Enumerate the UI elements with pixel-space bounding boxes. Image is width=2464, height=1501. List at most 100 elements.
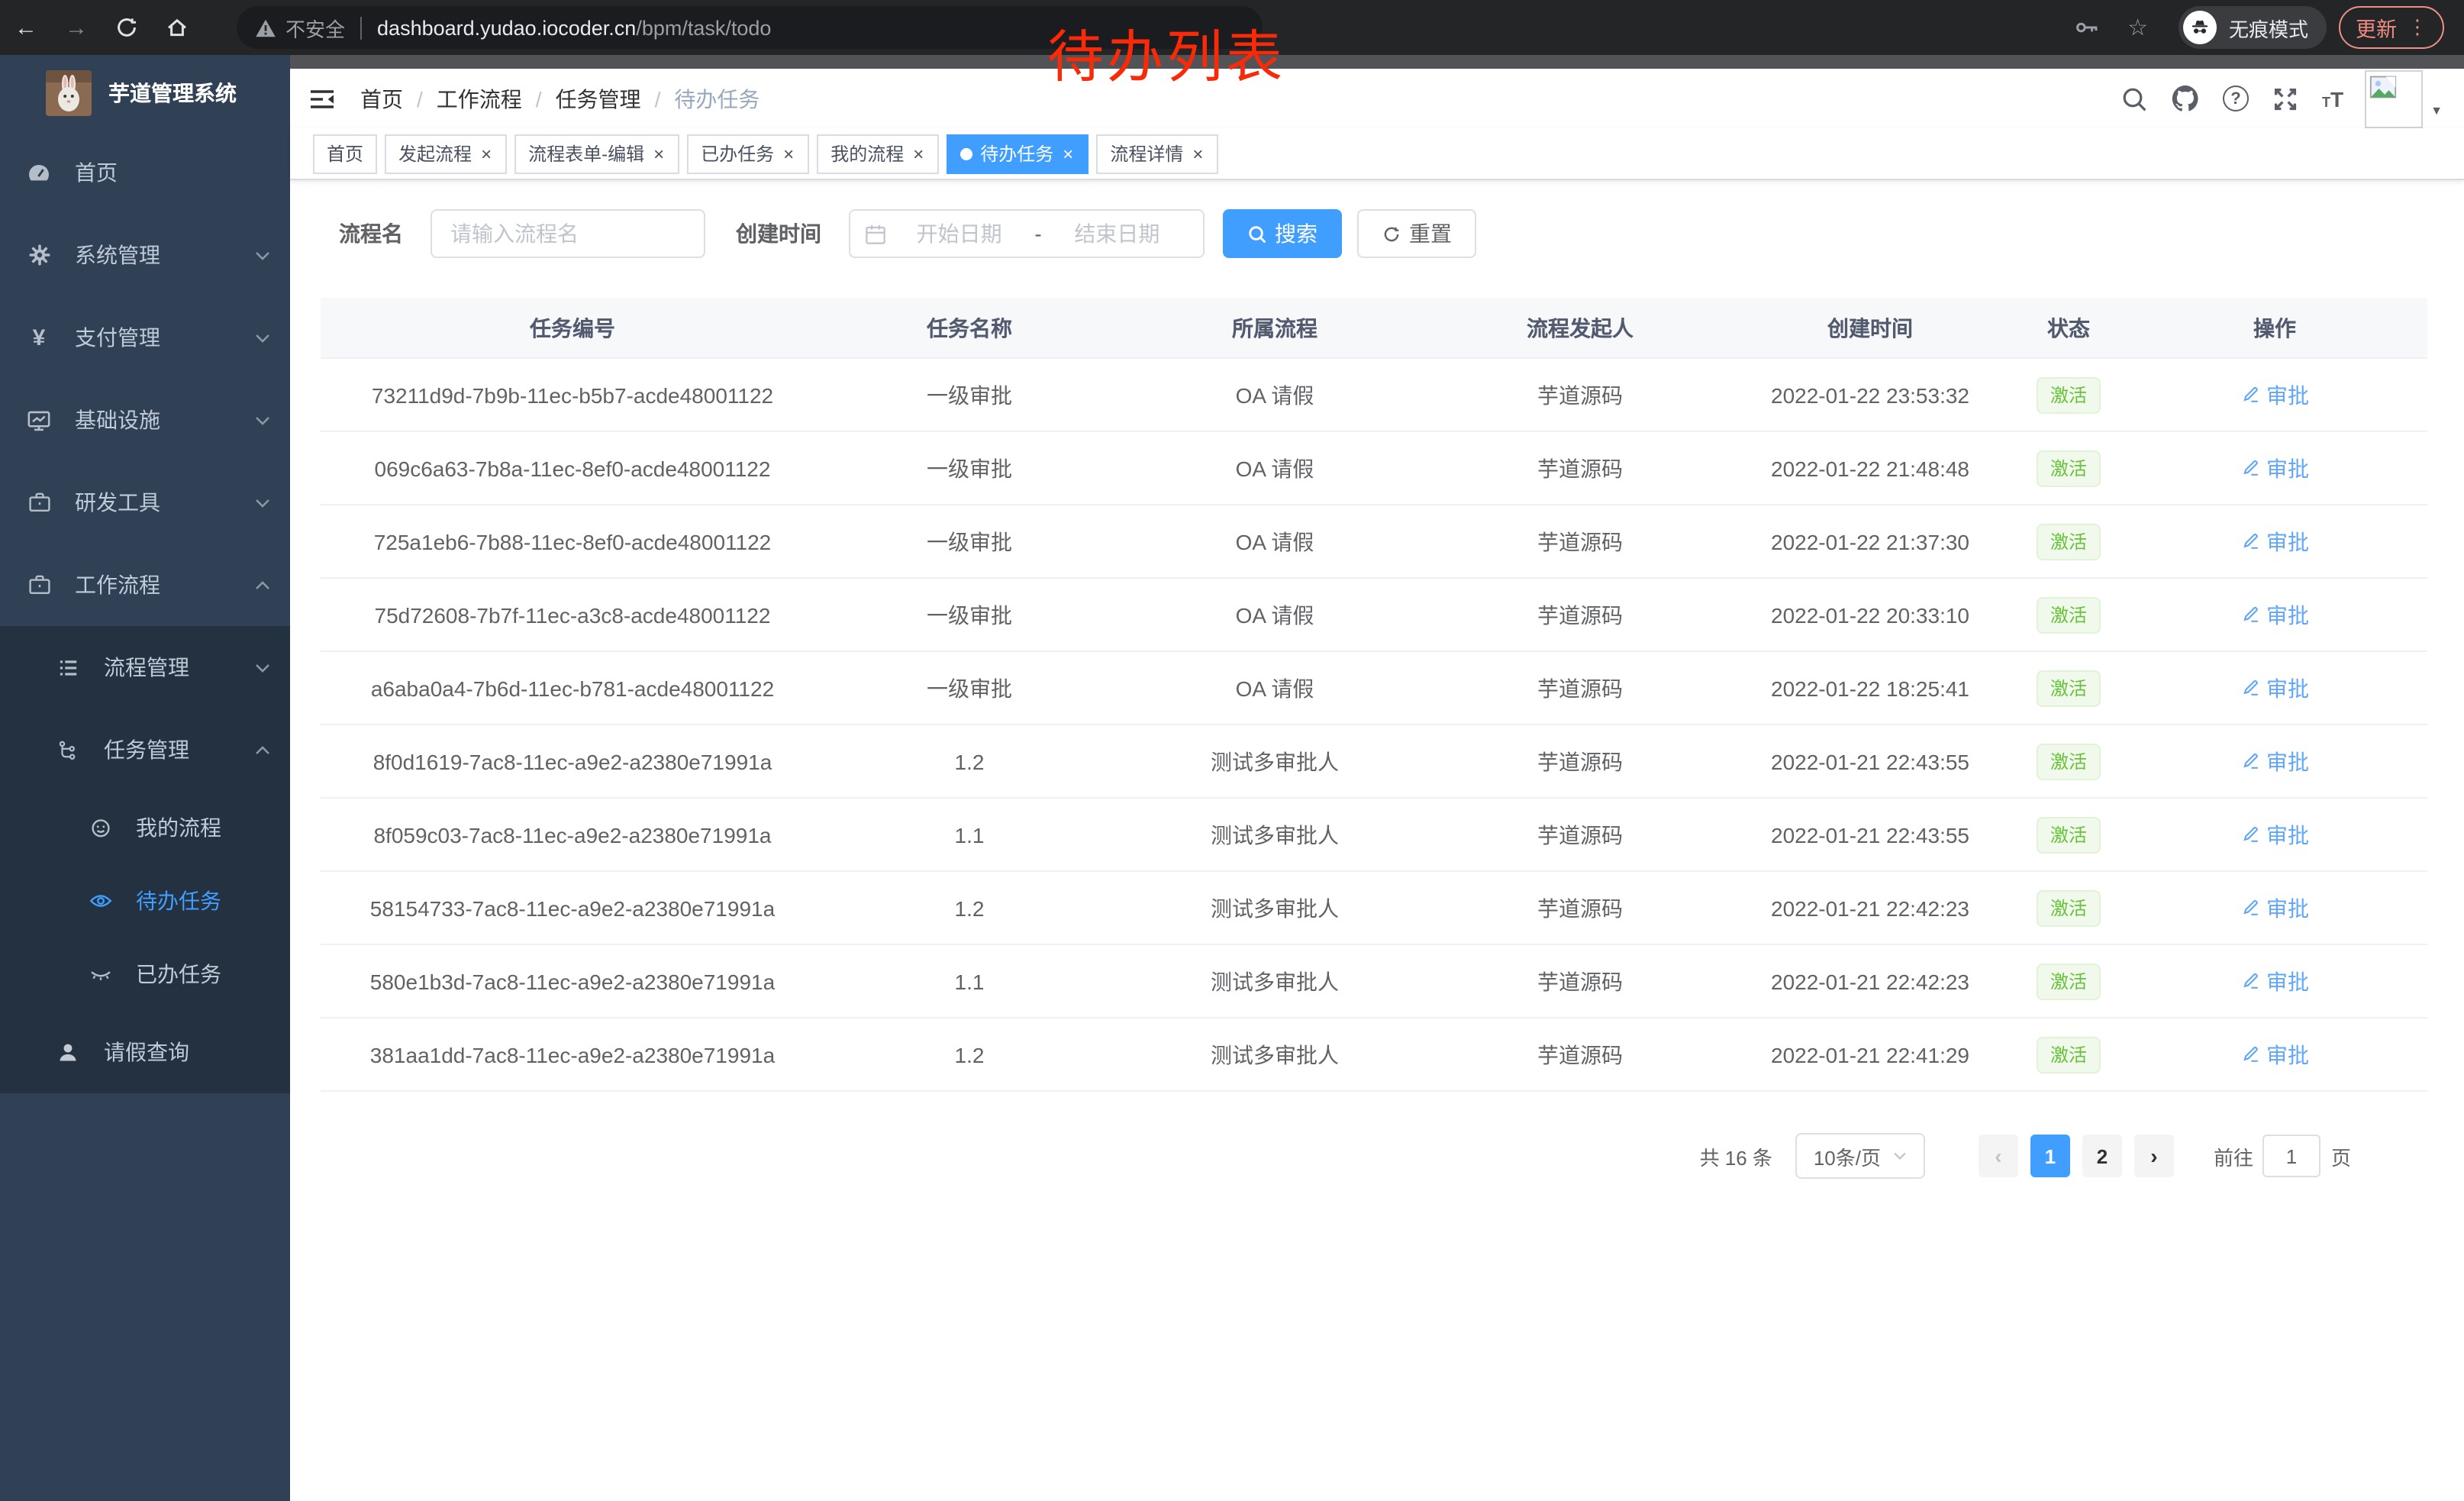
task-name-cell: 1.2 bbox=[824, 1042, 1114, 1067]
pagination: 共 16 条 10条/页 ‹ 1 2 › 前往 页 bbox=[321, 1133, 2427, 1179]
search-icon[interactable] bbox=[2121, 85, 2148, 112]
sidebar-item-task-mgmt[interactable]: 任务管理 bbox=[0, 709, 290, 791]
action-cell: 审批 bbox=[2122, 599, 2427, 630]
sidebar-item-my-process[interactable]: 我的流程 bbox=[0, 791, 290, 864]
tab-done-tasks[interactable]: 已办任务 × bbox=[687, 134, 809, 173]
table-row: 069c6a63-7b8a-11ec-8ef0-acde48001122 一级审… bbox=[321, 432, 2427, 505]
status-badge: 激活 bbox=[2037, 1036, 2101, 1073]
breadcrumb-task-mgmt[interactable]: 任务管理 bbox=[556, 83, 641, 114]
close-icon[interactable]: × bbox=[911, 144, 925, 163]
start-date-placeholder[interactable]: 开始日期 bbox=[887, 218, 1031, 249]
sidebar-item-home[interactable]: 首页 bbox=[0, 131, 290, 214]
chevron-down-icon bbox=[255, 415, 270, 425]
url-host[interactable]: dashboard.yudao.iocoder.cn bbox=[377, 16, 636, 39]
approve-button[interactable]: 审批 bbox=[2240, 453, 2309, 483]
sidebar-item-todo-tasks[interactable]: 待办任务 bbox=[0, 864, 290, 938]
key-icon[interactable] bbox=[2074, 15, 2100, 40]
sidebar-item-label: 请假查询 bbox=[104, 1037, 189, 1067]
github-icon[interactable] bbox=[2171, 84, 2200, 113]
process-name-input[interactable] bbox=[431, 209, 705, 258]
bookmark-star-icon[interactable]: ☆ bbox=[2127, 14, 2148, 41]
approve-button[interactable]: 审批 bbox=[2240, 673, 2309, 703]
browser-update-button[interactable]: 更新 ⋮ bbox=[2339, 6, 2444, 49]
process-name-label: 流程名 bbox=[339, 218, 403, 249]
browser-menu-icon[interactable]: ⋮ bbox=[2408, 15, 2427, 40]
prev-page-button[interactable]: ‹ bbox=[1979, 1135, 2018, 1177]
sidebar-item-label: 研发工具 bbox=[75, 487, 160, 518]
create-time-cell: 2022-01-21 22:41:29 bbox=[1725, 1042, 2015, 1067]
reload-icon[interactable] bbox=[111, 15, 142, 40]
sidebar-item-process-mgmt[interactable]: 流程管理 bbox=[0, 626, 290, 709]
task-name-cell: 一级审批 bbox=[824, 379, 1114, 410]
approve-button[interactable]: 审批 bbox=[2240, 526, 2309, 557]
close-icon[interactable]: × bbox=[1191, 144, 1205, 163]
home-icon[interactable] bbox=[162, 15, 192, 40]
table-row: 73211d9d-7b9b-11ec-b5b7-acde48001122 一级审… bbox=[321, 359, 2427, 432]
sidebar-item-leave-query[interactable]: 请假查询 bbox=[0, 1011, 290, 1093]
col-initiator: 流程发起人 bbox=[1435, 312, 1725, 343]
sidebar-item-infrastructure[interactable]: 基础设施 bbox=[0, 379, 290, 461]
approve-button[interactable]: 审批 bbox=[2240, 1039, 2309, 1070]
close-icon[interactable]: × bbox=[782, 144, 795, 163]
warning-icon[interactable] bbox=[255, 18, 276, 37]
approve-button[interactable]: 审批 bbox=[2240, 599, 2309, 630]
sidebar-item-label: 我的流程 bbox=[136, 812, 221, 843]
gear-icon bbox=[26, 243, 52, 267]
tab-form-edit[interactable]: 流程表单-编辑 × bbox=[514, 134, 679, 173]
tab-home[interactable]: 首页 bbox=[313, 134, 377, 173]
close-icon[interactable]: × bbox=[1061, 144, 1075, 163]
security-label[interactable]: 不安全 bbox=[285, 13, 345, 42]
approve-button[interactable]: 审批 bbox=[2240, 379, 2309, 410]
update-label: 更新 bbox=[2356, 12, 2397, 43]
fullscreen-icon[interactable] bbox=[2272, 85, 2299, 112]
sidebar-item-system[interactable]: 系统管理 bbox=[0, 214, 290, 296]
total-count: 共 16 条 bbox=[1700, 1141, 1772, 1170]
chevron-down-icon bbox=[255, 662, 270, 673]
caret-down-icon[interactable]: ▼ bbox=[2430, 104, 2443, 118]
tab-process-detail[interactable]: 流程详情 × bbox=[1096, 134, 1218, 173]
help-question-glyph: ? bbox=[2223, 86, 2249, 111]
page-1-button[interactable]: 1 bbox=[2030, 1135, 2070, 1177]
approve-button[interactable]: 审批 bbox=[2240, 966, 2309, 996]
page-2-button[interactable]: 2 bbox=[2082, 1135, 2122, 1177]
tab-my-process[interactable]: 我的流程 × bbox=[817, 134, 939, 173]
sidebar-collapse-icon[interactable] bbox=[308, 85, 336, 112]
topbar: 首页 / 工作流程 / 任务管理 / 待办任务 ? bbox=[290, 69, 2464, 128]
goto-page-input[interactable] bbox=[2262, 1135, 2320, 1177]
approve-button[interactable]: 审批 bbox=[2240, 746, 2309, 776]
end-date-placeholder[interactable]: 结束日期 bbox=[1045, 218, 1189, 249]
date-range-picker[interactable]: 开始日期 - 结束日期 bbox=[849, 209, 1205, 258]
sidebar-item-payment[interactable]: ¥ 支付管理 bbox=[0, 296, 290, 379]
font-size-icon[interactable]: TT bbox=[2322, 88, 2343, 109]
status-cell: 激活 bbox=[2015, 816, 2122, 853]
next-page-button[interactable]: › bbox=[2134, 1135, 2174, 1177]
close-icon[interactable]: × bbox=[652, 144, 666, 163]
sidebar-item-done-tasks[interactable]: 已办任务 bbox=[0, 938, 290, 1011]
search-button[interactable]: 搜索 bbox=[1223, 209, 1342, 258]
help-icon[interactable]: ? bbox=[2223, 86, 2249, 111]
back-icon[interactable]: ← bbox=[11, 15, 41, 40]
app-logo-row[interactable]: 芋道管理系统 bbox=[0, 55, 290, 131]
col-actions: 操作 bbox=[2122, 312, 2427, 343]
forward-icon[interactable]: → bbox=[61, 15, 92, 40]
task-id-cell: 381aa1dd-7ac8-11ec-a9e2-a2380e71991a bbox=[321, 1042, 824, 1067]
process-cell: 测试多审批人 bbox=[1114, 893, 1435, 923]
url-path[interactable]: /bpm/task/todo bbox=[636, 16, 771, 39]
approve-button[interactable]: 审批 bbox=[2240, 893, 2309, 923]
tab-todo-tasks[interactable]: 待办任务 × bbox=[947, 134, 1088, 173]
sidebar-item-workflow[interactable]: 工作流程 bbox=[0, 544, 290, 626]
sidebar-item-devtools[interactable]: 研发工具 bbox=[0, 461, 290, 544]
close-icon[interactable]: × bbox=[479, 144, 493, 163]
briefcase-icon bbox=[26, 573, 52, 597]
approve-button[interactable]: 审批 bbox=[2240, 819, 2309, 850]
table-row: 580e1b3d-7ac8-11ec-a9e2-a2380e71991a 1.1… bbox=[321, 945, 2427, 1018]
reset-button[interactable]: 重置 bbox=[1357, 209, 1476, 258]
breadcrumb-home[interactable]: 首页 bbox=[360, 83, 403, 114]
breadcrumb-workflow[interactable]: 工作流程 bbox=[437, 83, 522, 114]
page-size-select[interactable]: 10条/页 bbox=[1795, 1133, 1925, 1179]
task-name-cell: 一级审批 bbox=[824, 526, 1114, 557]
tab-start-process[interactable]: 发起流程 × bbox=[385, 134, 507, 173]
table-row: 75d72608-7b7f-11ec-a3c8-acde48001122 一级审… bbox=[321, 579, 2427, 652]
reset-button-label: 重置 bbox=[1409, 218, 1452, 249]
avatar[interactable] bbox=[2365, 69, 2423, 128]
